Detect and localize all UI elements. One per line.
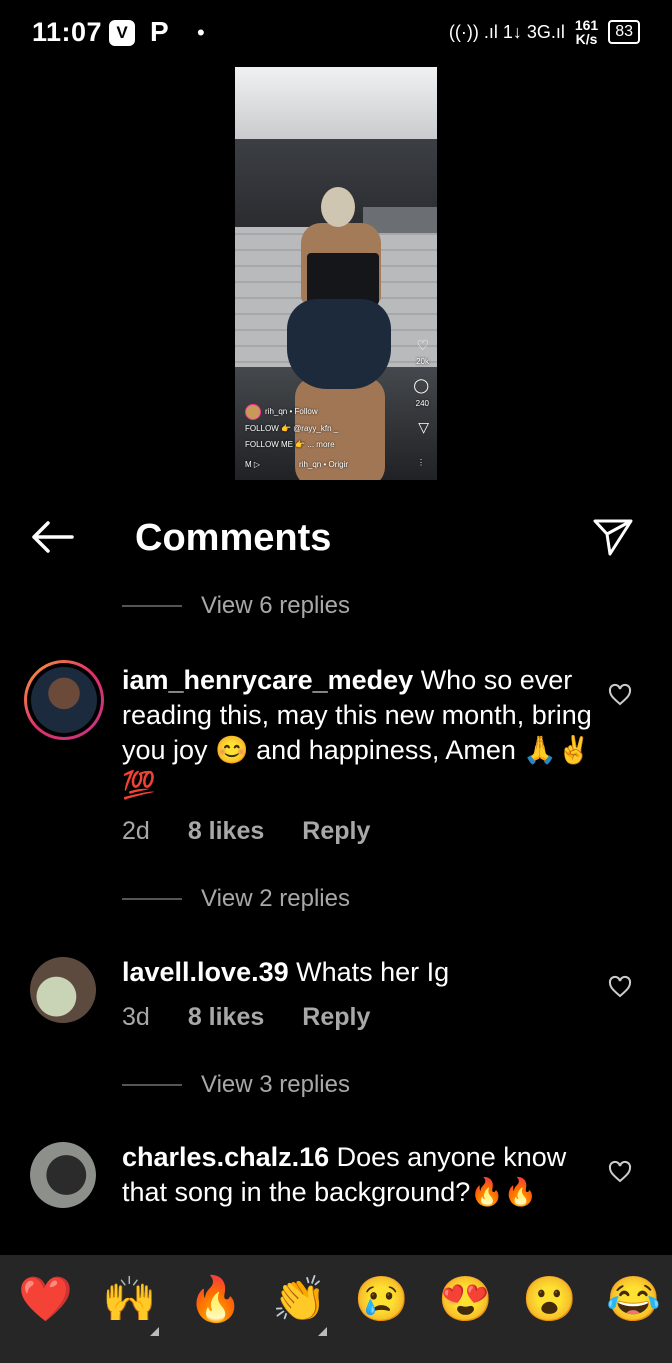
raising-hands-emoji-button[interactable]: 🙌	[102, 1275, 157, 1325]
video-caption-line2[interactable]: FOLLOW ME 👉 ... more	[245, 440, 335, 449]
view-replies-label: View 2 replies	[201, 885, 350, 912]
view-replies-label: View 3 replies	[201, 1071, 350, 1098]
heart-outline-icon[interactable]	[608, 683, 632, 707]
avatar-image	[30, 957, 96, 1023]
video-person-head	[321, 187, 355, 227]
comment-meta: 2d 8 likes Reply	[122, 817, 370, 846]
battery-icon: 83	[608, 20, 640, 44]
reply-button[interactable]: Reply	[302, 1003, 370, 1032]
fire-emoji-button[interactable]: 🔥	[188, 1275, 243, 1325]
comment-likes[interactable]: 8 likes	[188, 817, 264, 846]
avatar-image	[31, 667, 97, 733]
p-app-icon: P	[150, 16, 169, 47]
paper-plane-icon[interactable]	[592, 517, 634, 562]
video-share-icon[interactable]: ▽	[418, 419, 429, 436]
net-speed: 161 K/s	[575, 18, 598, 46]
avatar-image	[30, 1142, 96, 1208]
heart-emoji-button[interactable]: ❤️	[18, 1275, 73, 1325]
comment-username[interactable]: iam_henrycare_medey	[122, 665, 413, 695]
thread-line	[122, 898, 182, 900]
view-replies-label: View 6 replies	[201, 592, 350, 619]
surprised-emoji-button[interactable]: 😮	[522, 1275, 577, 1325]
video-person-top	[307, 253, 379, 305]
comment-text: charles.chalz.16 Does anyone know that s…	[122, 1140, 592, 1210]
video-more-icon[interactable]: ⋮	[417, 458, 425, 467]
video-heart-icon[interactable]: ♡	[416, 337, 429, 354]
thread-line	[122, 1084, 182, 1086]
emoji-variants-indicator-icon	[318, 1327, 327, 1336]
emoji-reaction-bar: ❤️ 🙌 🔥 👏 😢 😍 😮 😂	[0, 1255, 672, 1363]
notification-dot-icon: •	[197, 20, 205, 45]
laughing-emoji-button[interactable]: 😂	[606, 1275, 661, 1325]
avatar[interactable]	[30, 1142, 96, 1208]
video-user-avatar[interactable]	[245, 404, 261, 420]
video-comments-count: 240	[415, 399, 429, 408]
avatar[interactable]	[24, 660, 104, 740]
comment-age: 3d	[122, 1003, 150, 1031]
video-likes: 20k	[416, 357, 429, 366]
page-title: Comments	[135, 517, 332, 559]
video-meta-label: M ▷	[245, 460, 261, 469]
crying-emoji-button[interactable]: 😢	[354, 1275, 409, 1325]
video-person	[287, 187, 395, 480]
comment-text: lavell.love.39 Whats her Ig	[122, 955, 592, 990]
arrow-left-icon[interactable]	[30, 519, 74, 560]
video-audio-line[interactable]: rih_qn • Origir	[299, 460, 348, 469]
avatar[interactable]	[30, 957, 96, 1023]
status-bar: 11:07 V P • ((·)) .ıl 1↓ 3G.ıl 161 K/s 8…	[0, 0, 672, 68]
comment-age: 2d	[122, 817, 150, 845]
comment-text: iam_henrycare_medey Who so ever reading …	[122, 663, 592, 803]
status-right: ((·)) .ıl 1↓ 3G.ıl 161 K/s 83	[449, 18, 640, 46]
heart-outline-icon[interactable]	[608, 975, 632, 999]
reel-video-preview[interactable]: ♡ 20k ◯ 240 ▽ rih_qn • Follow FOLLOW 👉 @…	[235, 67, 437, 480]
comments-header: Comments	[0, 505, 672, 575]
video-caption-line1: FOLLOW 👉 @rayy_kfn _	[245, 424, 339, 433]
comment-username[interactable]: charles.chalz.16	[122, 1142, 329, 1172]
view-replies-button[interactable]: View 2 replies	[122, 885, 350, 913]
video-scene-ceiling	[235, 67, 437, 139]
emoji-variants-indicator-icon	[150, 1327, 159, 1336]
net-speed-unit: K/s	[575, 31, 598, 47]
view-replies-button[interactable]: View 3 replies	[122, 1071, 350, 1099]
comment-username[interactable]: lavell.love.39	[122, 957, 289, 987]
reply-button[interactable]: Reply	[302, 817, 370, 846]
video-comment-icon[interactable]: ◯	[413, 377, 429, 394]
video-user-line[interactable]: rih_qn • Follow	[265, 407, 318, 416]
heart-outline-icon[interactable]	[608, 1160, 632, 1184]
signal-icons: ((·)) .ıl 1↓ 3G.ıl	[448, 21, 565, 42]
view-replies-button[interactable]: View 6 replies	[122, 592, 350, 620]
comment-likes[interactable]: 8 likes	[188, 1003, 264, 1032]
status-time: 11:07	[32, 17, 103, 47]
video-person-shorts	[287, 299, 391, 389]
clapping-emoji-button[interactable]: 👏	[272, 1275, 327, 1325]
comment-body: Whats her Ig	[288, 957, 450, 987]
thread-line	[122, 605, 182, 607]
comment-meta: 3d 8 likes Reply	[122, 1003, 370, 1032]
vpn-app-icon: V	[109, 20, 135, 46]
heart-eyes-emoji-button[interactable]: 😍	[438, 1275, 493, 1325]
